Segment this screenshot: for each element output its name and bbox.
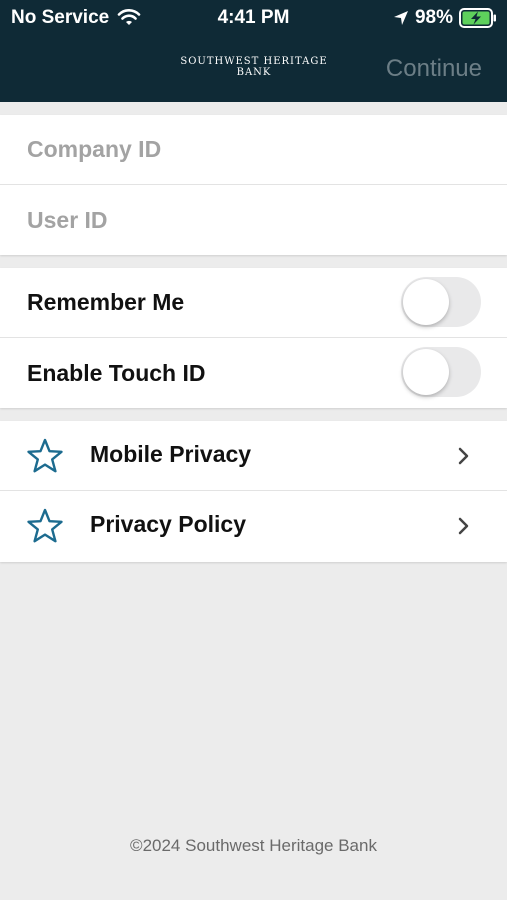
continue-button[interactable]: Continue	[386, 55, 482, 83]
remember-me-toggle[interactable]	[401, 277, 481, 327]
battery-charging-icon	[459, 8, 496, 28]
remember-me-label: Remember Me	[27, 289, 185, 315]
links-card: Mobile Privacy Privacy Policy	[0, 421, 507, 562]
app-header: No Service 4:41 PM 98% SOUTHWEST HERITAG…	[0, 0, 507, 102]
logo-line2: BANK	[236, 67, 272, 78]
status-bar: No Service 4:41 PM 98%	[0, 0, 507, 36]
chevron-right-icon	[458, 447, 469, 465]
touch-id-label: Enable Touch ID	[27, 359, 206, 386]
privacy-policy-label: Privacy Policy	[90, 511, 246, 537]
link-privacy-policy[interactable]: Privacy Policy	[0, 491, 507, 561]
touch-id-row: Enable Touch ID	[0, 338, 507, 408]
touch-id-toggle[interactable]	[401, 347, 481, 397]
logo-line1: SOUTHWEST HERITAGE	[180, 56, 328, 67]
link-mobile-privacy[interactable]: Mobile Privacy	[0, 421, 507, 491]
toggle-knob	[403, 349, 449, 395]
mobile-privacy-label: Mobile Privacy	[90, 441, 252, 467]
remember-me-row: Remember Me	[0, 268, 507, 338]
toggle-knob	[403, 279, 449, 325]
company-id-field[interactable]: Company ID	[0, 115, 507, 185]
battery-percent: 98%	[414, 7, 453, 28]
user-id-field[interactable]: User ID	[0, 185, 507, 255]
bank-logo: SOUTHWEST HERITAGE BANK	[170, 56, 338, 78]
login-fields-card: Company ID User ID	[0, 115, 507, 255]
chevron-right-icon	[458, 517, 469, 535]
user-id-placeholder: User ID	[27, 206, 108, 233]
settings-card: Remember Me Enable Touch ID	[0, 268, 507, 408]
company-id-placeholder: Company ID	[27, 136, 162, 162]
status-right: 98%	[393, 7, 497, 29]
copyright-footer: ©2024 Southwest Heritage Bank	[130, 836, 377, 855]
star-icon	[27, 508, 63, 543]
star-icon	[27, 438, 63, 473]
location-arrow-icon	[393, 11, 408, 25]
